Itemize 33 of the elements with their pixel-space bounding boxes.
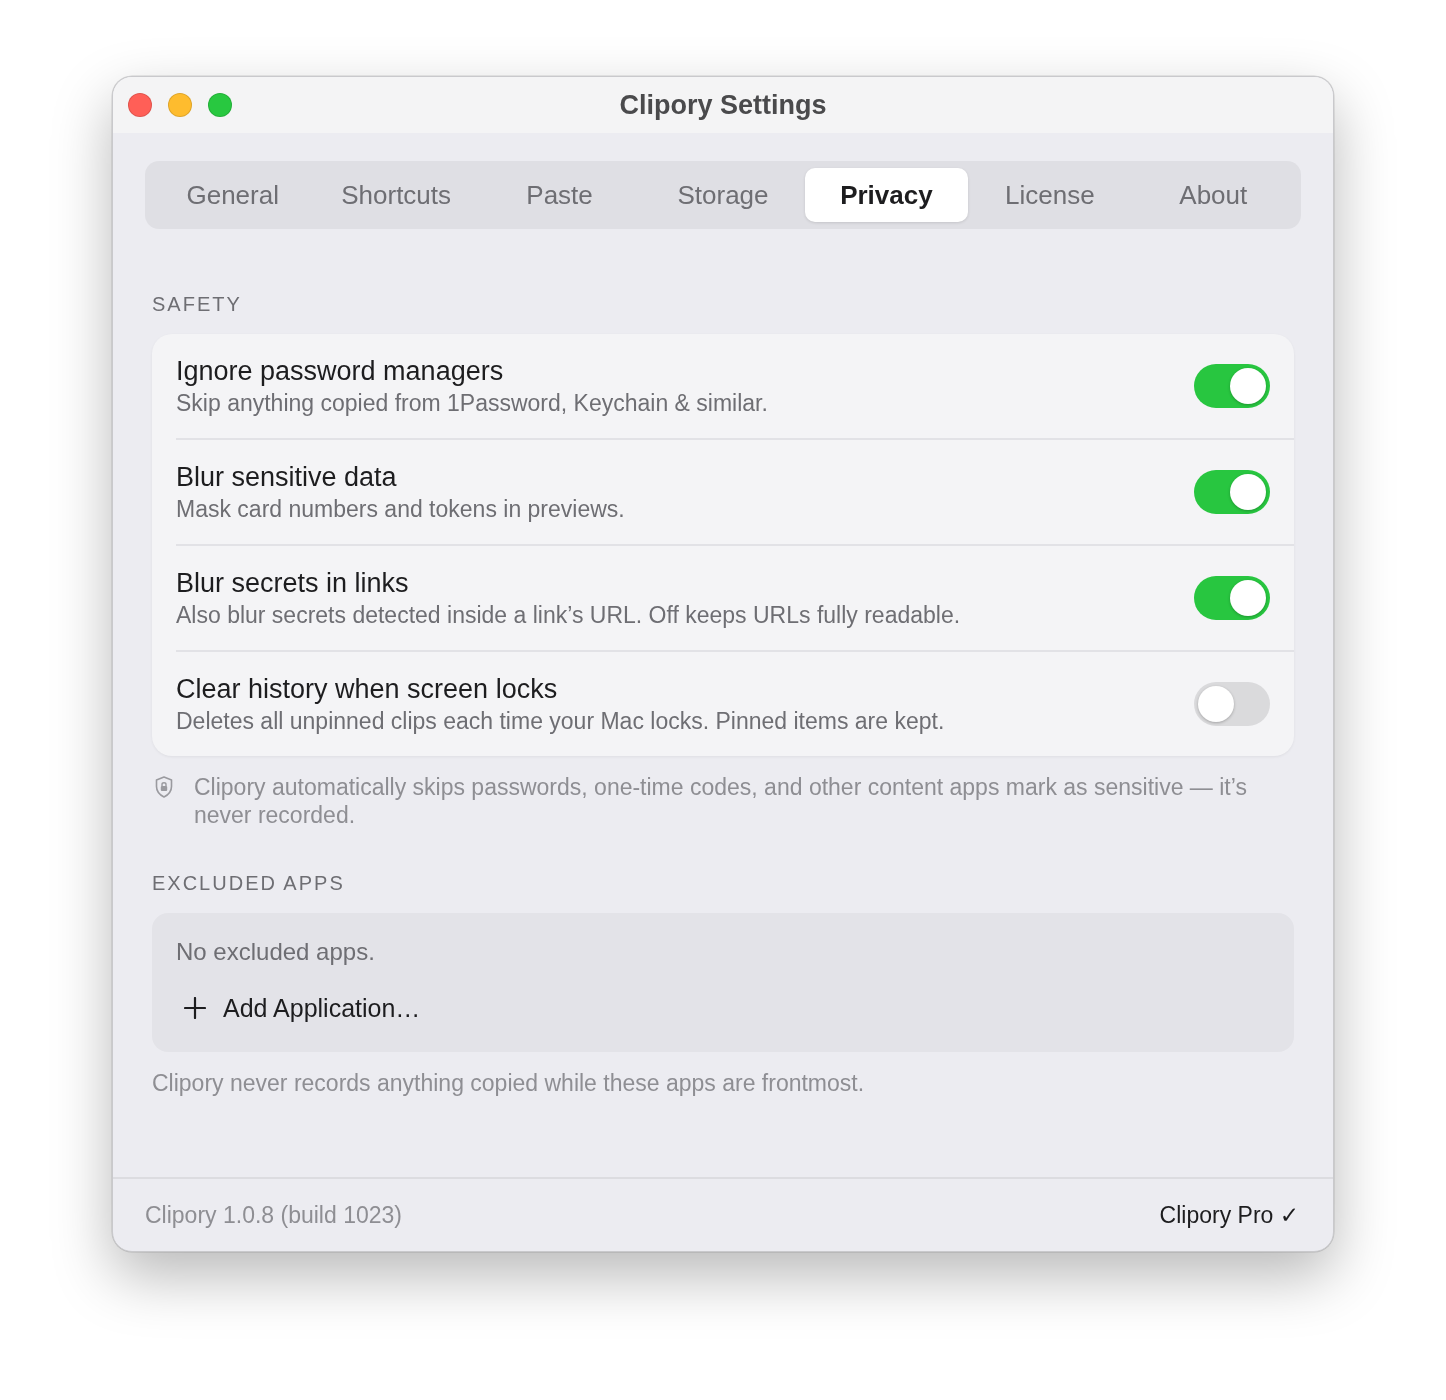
privacy-note: Clipory automatically skips passwords, one-time codes, and other content apps mark as sensitive — it’s never recorded. <box>194 773 1248 829</box>
tab[interactable]: Storage <box>641 168 805 222</box>
setting-title: Blur sensitive data <box>176 461 398 493</box>
setting-title: Blur secrets in links <box>176 567 410 599</box>
minimize-button[interactable] <box>168 93 192 117</box>
setting-title: Clear history when screen locks <box>176 673 559 705</box>
setting-description: Skip anything copied from 1Password, Keychain & similar. <box>176 389 768 417</box>
toggle-switch[interactable] <box>1194 682 1270 726</box>
zoom-button[interactable] <box>208 93 232 117</box>
setting-description: Mask card numbers and tokens in previews. <box>176 495 625 523</box>
setting-description: Also blur secrets detected inside a link’s URL. Off keeps URLs fully readable. <box>176 601 961 629</box>
version-text: Clipory 1.0.8 (build 1023) <box>145 1201 402 1229</box>
tab[interactable]: About <box>1131 168 1295 222</box>
add-application-button[interactable]: Add Application… <box>176 988 421 1028</box>
shield-lock-icon <box>155 776 173 798</box>
helper-text: Clipory never records anything copied while these apps are frontmost. <box>152 1069 866 1097</box>
setting-description: Deletes all unpinned clips each time your Mac locks. Pinned items are kept. <box>176 707 945 735</box>
tab[interactable]: Privacy <box>804 168 969 222</box>
tab[interactable]: Shortcuts <box>314 168 478 222</box>
toggle-switch[interactable] <box>1194 576 1270 620</box>
toggle-switch[interactable] <box>1194 364 1270 408</box>
window-title: Clipory Settings <box>619 89 827 121</box>
plus-icon <box>184 997 206 1019</box>
tab[interactable]: License <box>968 168 1132 222</box>
section-heading: SAFETY <box>152 292 243 316</box>
setting-title: Ignore password managers <box>176 355 505 387</box>
toggle-switch[interactable] <box>1194 470 1270 514</box>
tab[interactable]: Paste <box>477 168 642 222</box>
section-heading: EXCLUDED APPS <box>152 871 346 895</box>
tab[interactable]: General <box>151 168 315 222</box>
close-button[interactable] <box>128 93 152 117</box>
empty-state-text: No excluded apps. <box>176 938 375 966</box>
license-status: Clipory Pro ✓ <box>1159 1201 1299 1229</box>
